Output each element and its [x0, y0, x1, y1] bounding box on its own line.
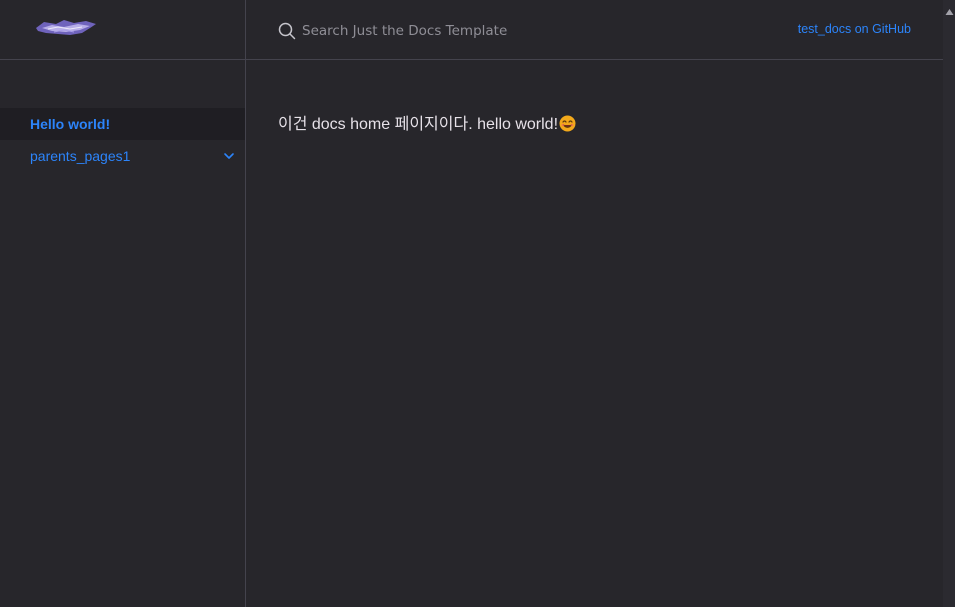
- nav-link-hello-world[interactable]: Hello world!: [0, 116, 110, 132]
- search-bar: [278, 18, 698, 44]
- sidebar: Hello world! parents_pages1: [0, 0, 246, 607]
- chevron-down-icon[interactable]: [221, 148, 237, 164]
- scroll-up-arrow-icon[interactable]: [945, 3, 954, 15]
- site-header: [0, 0, 245, 60]
- vertical-scrollbar[interactable]: [943, 0, 955, 607]
- github-link[interactable]: test_docs on GitHub: [798, 22, 911, 36]
- main-content: 이건 docs home 페이지이다. hello world!: [278, 110, 576, 134]
- smiling-face-emoji: [559, 115, 576, 132]
- search-icon: [278, 22, 296, 40]
- nav-item-parents-pages1[interactable]: parents_pages1: [0, 140, 245, 172]
- search-input[interactable]: [302, 23, 682, 39]
- main-header: test_docs on GitHub: [246, 0, 943, 60]
- nav-link-parents-pages1[interactable]: parents_pages1: [0, 148, 130, 164]
- page: Hello world! parents_pages1 tes: [0, 0, 955, 607]
- site-nav: Hello world! parents_pages1: [0, 108, 245, 172]
- site-logo[interactable]: [34, 18, 98, 38]
- nav-item-hello-world[interactable]: Hello world!: [0, 108, 245, 140]
- page-text: 이건 docs home 페이지이다. hello world!: [278, 116, 559, 133]
